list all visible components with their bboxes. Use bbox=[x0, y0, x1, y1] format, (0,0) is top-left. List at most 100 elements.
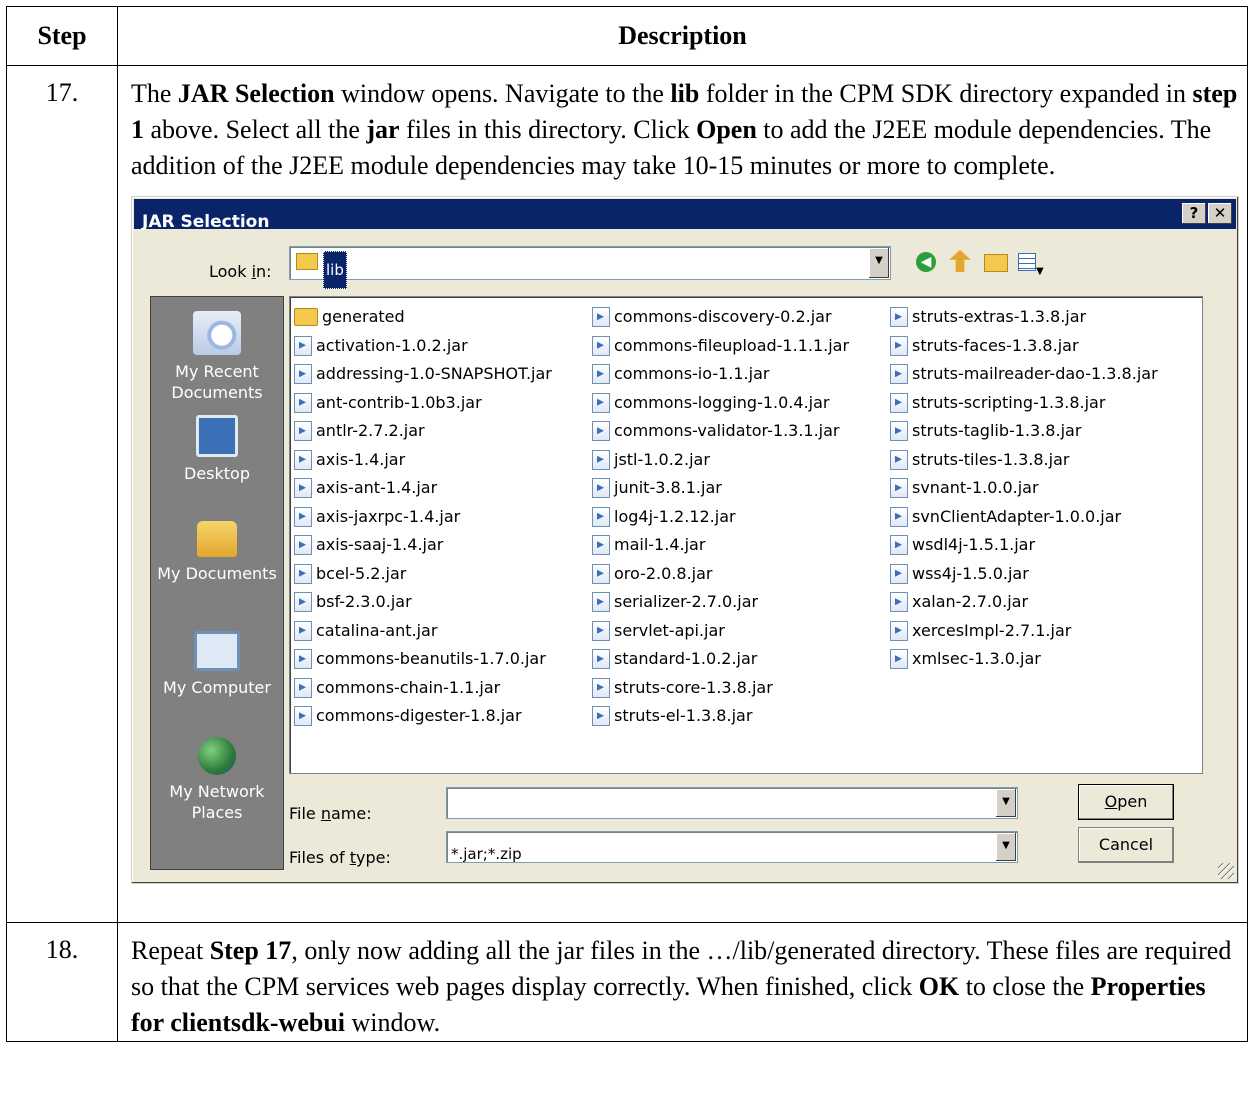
chevron-down-icon[interactable]: ▼ bbox=[869, 248, 889, 278]
list-item[interactable]: struts-el-1.3.8.jar bbox=[592, 702, 849, 731]
list-item[interactable]: oro-2.0.8.jar bbox=[592, 560, 849, 589]
text: above. Select all the bbox=[144, 115, 367, 144]
jar-file-icon bbox=[294, 706, 312, 727]
jar-selection-dialog: JAR Selection ? ✕ Look in: lib ▼ ◀ ▼ My … bbox=[131, 196, 1239, 884]
list-item[interactable]: xercesImpl-2.7.1.jar bbox=[890, 617, 1158, 646]
jar-file-icon bbox=[890, 364, 908, 385]
jar-file-icon bbox=[294, 449, 312, 470]
list-item[interactable]: jstl-1.0.2.jar bbox=[592, 446, 849, 475]
cancel-button[interactable]: Cancel bbox=[1078, 827, 1174, 863]
jar-file-icon bbox=[890, 535, 908, 556]
close-button[interactable]: ✕ bbox=[1208, 203, 1232, 224]
file-list[interactable]: generated activation-1.0.2.jar addressing-… bbox=[289, 296, 1203, 774]
jar-file-icon bbox=[592, 535, 610, 556]
file-name: commons-chain-1.1.jar bbox=[316, 677, 501, 697]
jar-file-icon bbox=[294, 335, 312, 356]
list-item[interactable]: serializer-2.7.0.jar bbox=[592, 588, 849, 617]
list-item[interactable]: standard-1.0.2.jar bbox=[592, 645, 849, 674]
jar-file-icon bbox=[890, 421, 908, 442]
jar-file-icon bbox=[592, 620, 610, 641]
step-description: Repeat Step 17, only now adding all the … bbox=[131, 933, 1239, 1041]
jar-file-icon bbox=[294, 677, 312, 698]
list-item[interactable]: servlet-api.jar bbox=[592, 617, 849, 646]
list-item[interactable]: ant-contrib-1.0b3.jar bbox=[294, 389, 552, 418]
list-item[interactable]: struts-scripting-1.3.8.jar bbox=[890, 389, 1158, 418]
list-item[interactable]: catalina-ant.jar bbox=[294, 617, 552, 646]
list-item[interactable]: commons-beanutils-1.7.0.jar bbox=[294, 645, 552, 674]
file-name: commons-fileupload-1.1.1.jar bbox=[614, 335, 850, 355]
list-item[interactable]: wsdl4j-1.5.1.jar bbox=[890, 531, 1158, 560]
list-item[interactable]: log4j-1.2.12.jar bbox=[592, 503, 849, 532]
file-name: ant-contrib-1.0b3.jar bbox=[316, 392, 482, 412]
file-name: svnant-1.0.0.jar bbox=[912, 478, 1039, 498]
list-item[interactable]: axis-ant-1.4.jar bbox=[294, 474, 552, 503]
view-dropdown-icon[interactable]: ▼ bbox=[1036, 254, 1044, 290]
help-button[interactable]: ? bbox=[1182, 203, 1206, 224]
jar-file-icon bbox=[592, 449, 610, 470]
list-item[interactable]: commons-discovery-0.2.jar bbox=[592, 303, 849, 332]
list-item[interactable]: svnClientAdapter-1.0.0.jar bbox=[890, 503, 1158, 532]
list-item[interactable]: bcel-5.2.jar bbox=[294, 560, 552, 589]
bold-text: Step 17 bbox=[209, 936, 292, 965]
jar-file-icon bbox=[592, 392, 610, 413]
list-item[interactable]: antlr-2.7.2.jar bbox=[294, 417, 552, 446]
table-row: 18. Repeat Step 17, only now adding all … bbox=[6, 922, 1248, 1042]
list-item[interactable]: commons-digester-1.8.jar bbox=[294, 702, 552, 731]
list-item[interactable]: struts-tiles-1.3.8.jar bbox=[890, 446, 1158, 475]
list-item[interactable]: commons-io-1.1.jar bbox=[592, 360, 849, 389]
list-item[interactable]: generated bbox=[294, 303, 552, 332]
list-item[interactable]: axis-1.4.jar bbox=[294, 446, 552, 475]
list-item[interactable]: struts-extras-1.3.8.jar bbox=[890, 303, 1158, 332]
chevron-down-icon[interactable]: ▼ bbox=[996, 833, 1016, 861]
list-item[interactable]: activation-1.0.2.jar bbox=[294, 332, 552, 361]
file-name: struts-mailreader-dao-1.3.8.jar bbox=[912, 364, 1158, 384]
list-item[interactable]: axis-jaxrpc-1.4.jar bbox=[294, 503, 552, 532]
jar-file-icon bbox=[592, 706, 610, 727]
file-name: standard-1.0.2.jar bbox=[614, 649, 758, 669]
file-name: wss4j-1.5.0.jar bbox=[912, 563, 1029, 583]
chevron-down-icon[interactable]: ▼ bbox=[996, 789, 1016, 817]
place-my-documents[interactable]: My Documents bbox=[151, 521, 283, 584]
list-item[interactable]: struts-mailreader-dao-1.3.8.jar bbox=[890, 360, 1158, 389]
jar-file-icon bbox=[592, 364, 610, 385]
list-item[interactable]: mail-1.4.jar bbox=[592, 531, 849, 560]
new-folder-icon[interactable] bbox=[984, 254, 1008, 272]
place-my-network-places[interactable]: My Network Places bbox=[151, 737, 283, 823]
jar-file-icon bbox=[890, 592, 908, 613]
list-item[interactable]: struts-core-1.3.8.jar bbox=[592, 674, 849, 703]
list-item[interactable]: struts-taglib-1.3.8.jar bbox=[890, 417, 1158, 446]
bold-text: JAR Selection bbox=[177, 79, 335, 108]
resize-grip[interactable] bbox=[1218, 863, 1234, 879]
list-item[interactable]: xalan-2.7.0.jar bbox=[890, 588, 1158, 617]
list-item[interactable]: commons-validator-1.3.1.jar bbox=[592, 417, 849, 446]
place-desktop[interactable]: Desktop bbox=[151, 415, 283, 484]
place-my-computer[interactable]: My Computer bbox=[151, 631, 283, 698]
open-button[interactable]: Open bbox=[1078, 784, 1174, 820]
file-name: commons-digester-1.8.jar bbox=[316, 706, 522, 726]
list-item[interactable]: axis-saaj-1.4.jar bbox=[294, 531, 552, 560]
file-name: oro-2.0.8.jar bbox=[614, 563, 713, 583]
up-folder-icon[interactable] bbox=[949, 250, 971, 272]
back-icon[interactable]: ◀ bbox=[916, 252, 936, 272]
file-name: struts-tiles-1.3.8.jar bbox=[912, 449, 1070, 469]
list-item[interactable]: commons-chain-1.1.jar bbox=[294, 674, 552, 703]
file-name: jstl-1.0.2.jar bbox=[614, 449, 710, 469]
list-item[interactable]: wss4j-1.5.0.jar bbox=[890, 560, 1158, 589]
look-in-combo[interactable]: lib ▼ bbox=[289, 246, 891, 289]
list-item[interactable]: commons-logging-1.0.4.jar bbox=[592, 389, 849, 418]
list-item[interactable]: bsf-2.3.0.jar bbox=[294, 588, 552, 617]
text: window. bbox=[345, 1008, 441, 1037]
recent-documents-icon bbox=[193, 311, 241, 355]
place-my-recent-documents[interactable]: My Recent Documents bbox=[151, 311, 283, 403]
list-item[interactable]: junit-3.8.1.jar bbox=[592, 474, 849, 503]
files-of-type-select[interactable]: *.jar;*.zip ▼ bbox=[446, 831, 1018, 863]
file-name-input[interactable]: ▼ bbox=[446, 787, 1018, 819]
view-menu-icon[interactable] bbox=[1018, 253, 1036, 271]
list-item[interactable]: xmlsec-1.3.0.jar bbox=[890, 645, 1158, 674]
list-item[interactable]: commons-fileupload-1.1.1.jar bbox=[592, 332, 849, 361]
text: files in this directory. Click bbox=[399, 115, 697, 144]
file-name: commons-beanutils-1.7.0.jar bbox=[316, 649, 546, 669]
list-item[interactable]: svnant-1.0.0.jar bbox=[890, 474, 1158, 503]
list-item[interactable]: struts-faces-1.3.8.jar bbox=[890, 332, 1158, 361]
list-item[interactable]: addressing-1.0-SNAPSHOT.jar bbox=[294, 360, 552, 389]
